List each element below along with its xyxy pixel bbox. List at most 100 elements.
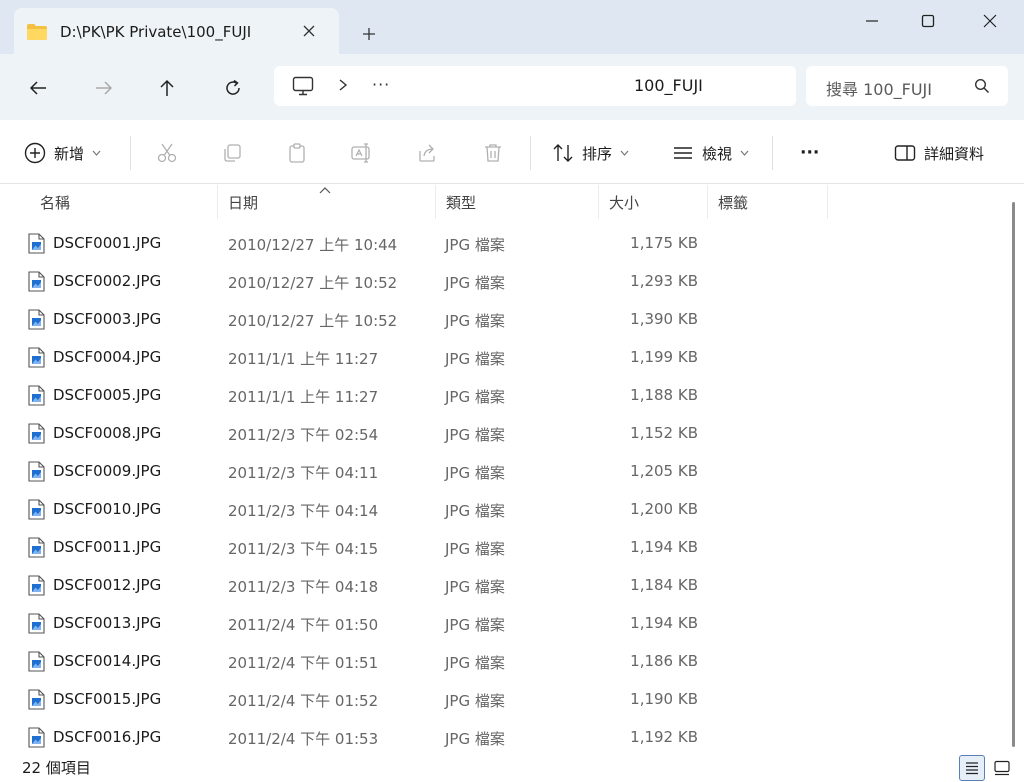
file-type: JPG 檔案 [445,692,505,710]
column-size-label: 大小 [609,193,640,212]
image-file-icon [28,347,45,368]
sort-button[interactable]: 排序 [552,138,629,168]
file-type: JPG 檔案 [445,616,505,634]
file-name: DSCF0005.JPG [53,386,162,404]
details-view-icon [966,762,978,775]
table-row[interactable]: DSCF0009.JPG 2011/2/3 下午 04:11 JPG 檔案 1,205… [0,453,1000,491]
image-file-icon [28,271,45,292]
forward-button[interactable] [88,72,120,104]
maximize-icon [921,14,935,28]
file-name: DSCF0010.JPG [53,500,162,518]
table-row[interactable]: DSCF0011.JPG 2011/2/3 下午 04:15 JPG 檔案 1,194… [0,529,1000,567]
maximize-button[interactable] [908,6,948,36]
chevron-down-icon [620,150,629,156]
file-size: 1,186 KB [630,652,698,670]
address-path[interactable]: 100_FUJI [634,76,703,95]
more-icon: ··· [800,143,820,163]
address-bar[interactable]: ··· 100_FUJI [274,66,796,106]
share-button[interactable] [413,139,441,167]
navigation-bar: ··· 100_FUJI 搜尋 100_FUJI [0,54,1024,120]
file-type: JPG 檔案 [445,312,505,330]
scrollbar-thumb[interactable] [1012,202,1015,747]
command-bar: 新增 排序 檢視 ··· 詳細資料 [0,120,1024,184]
file-name: DSCF0014.JPG [53,652,162,670]
close-window-button[interactable] [970,6,1010,36]
table-row[interactable]: DSCF0013.JPG 2011/2/4 下午 01:50 JPG 檔案 1,194… [0,605,1000,643]
column-tags[interactable]: 標籤 [708,185,828,219]
details-view-button[interactable] [959,755,985,781]
rename-button[interactable] [348,139,376,167]
file-date: 2010/12/27 上午 10:52 [228,274,398,292]
table-row[interactable]: DSCF0004.JPG 2011/1/1 上午 11:27 JPG 檔案 1,199… [0,339,1000,377]
paste-button[interactable] [283,139,311,167]
view-button[interactable]: 檢視 [672,138,749,168]
plus-icon [363,28,375,40]
clipboard-icon [289,143,305,163]
table-row[interactable]: DSCF0003.JPG 2010/12/27 上午 10:52 JPG 檔案 1,3… [0,301,1000,339]
arrow-up-icon [160,79,174,96]
image-file-icon [28,499,45,520]
new-button[interactable]: 新增 [24,138,101,168]
chevron-down-icon [92,150,101,156]
delete-button[interactable] [479,139,507,167]
image-file-icon [28,309,45,330]
column-header: 名稱 日期 類型 大小 標籤 [0,185,1000,219]
file-size: 1,192 KB [630,728,698,746]
table-row[interactable]: DSCF0001.JPG 2010/12/27 上午 10:44 JPG 檔案 1,1… [0,225,1000,263]
details-pane-button[interactable]: 詳細資料 [894,138,984,168]
table-row[interactable]: DSCF0005.JPG 2011/1/1 上午 11:27 JPG 檔案 1,188… [0,377,1000,415]
new-button-label: 新增 [54,144,85,163]
thumbnail-view-button[interactable] [989,755,1015,781]
file-size: 1,200 KB [630,500,698,518]
table-row[interactable]: DSCF0008.JPG 2011/2/3 下午 02:54 JPG 檔案 1,152… [0,415,1000,453]
file-name: DSCF0013.JPG [53,614,162,632]
tab-close-button[interactable] [298,20,320,42]
file-type: JPG 檔案 [445,654,505,672]
vertical-scrollbar[interactable] [1004,202,1018,752]
arrow-left-icon [29,81,46,95]
table-row[interactable]: DSCF0014.JPG 2011/2/4 下午 01:51 JPG 檔案 1,186… [0,643,1000,681]
table-row[interactable]: DSCF0016.JPG 2011/2/4 下午 01:53 JPG 檔案 1,192… [0,719,1000,753]
breadcrumb-overflow[interactable]: ··· [372,75,390,94]
file-date: 2011/1/1 上午 11:27 [228,350,379,368]
close-icon [303,25,315,37]
image-file-icon [28,689,45,710]
minimize-button[interactable] [852,6,892,36]
file-size: 1,152 KB [630,424,698,442]
search-input[interactable]: 搜尋 100_FUJI [806,66,1008,106]
new-tab-button[interactable] [355,20,383,48]
file-date: 2011/2/3 下午 04:18 [228,578,379,596]
toolbar-divider [130,136,131,170]
sort-button-label: 排序 [582,144,613,163]
toolbar-divider [530,136,531,170]
share-icon [419,144,435,162]
sort-ascending-icon [319,187,331,194]
image-file-icon [28,575,45,596]
back-button[interactable] [22,72,54,104]
tab-current[interactable]: D:\PK\PK Private\100_FUJI [14,8,339,54]
file-type: JPG 檔案 [445,426,505,444]
search-icon[interactable] [974,78,990,94]
table-row[interactable]: DSCF0002.JPG 2010/12/27 上午 10:52 JPG 檔案 1,2… [0,263,1000,301]
table-row[interactable]: DSCF0010.JPG 2011/2/3 下午 04:14 JPG 檔案 1,200… [0,491,1000,529]
more-options-button[interactable]: ··· [800,138,819,168]
file-size: 1,175 KB [630,234,698,252]
chevron-right-icon[interactable] [338,78,348,92]
file-date: 2010/12/27 上午 10:44 [228,236,398,254]
file-size: 1,199 KB [630,348,698,366]
column-name[interactable]: 名稱 [30,185,218,219]
up-button[interactable] [151,72,183,104]
image-file-icon [28,423,45,444]
cut-button[interactable] [153,139,181,167]
image-file-icon [28,233,45,254]
refresh-button[interactable] [217,72,249,104]
column-size[interactable]: 大小 [599,185,708,219]
copy-button[interactable] [218,139,246,167]
column-type[interactable]: 類型 [436,185,599,219]
image-file-icon [28,537,45,558]
copy-icon [224,144,241,162]
arrow-right-icon [96,81,113,95]
table-row[interactable]: DSCF0015.JPG 2011/2/4 下午 01:52 JPG 檔案 1,190… [0,681,1000,719]
table-row[interactable]: DSCF0012.JPG 2011/2/3 下午 04:18 JPG 檔案 1,184… [0,567,1000,605]
rename-icon [351,143,370,163]
